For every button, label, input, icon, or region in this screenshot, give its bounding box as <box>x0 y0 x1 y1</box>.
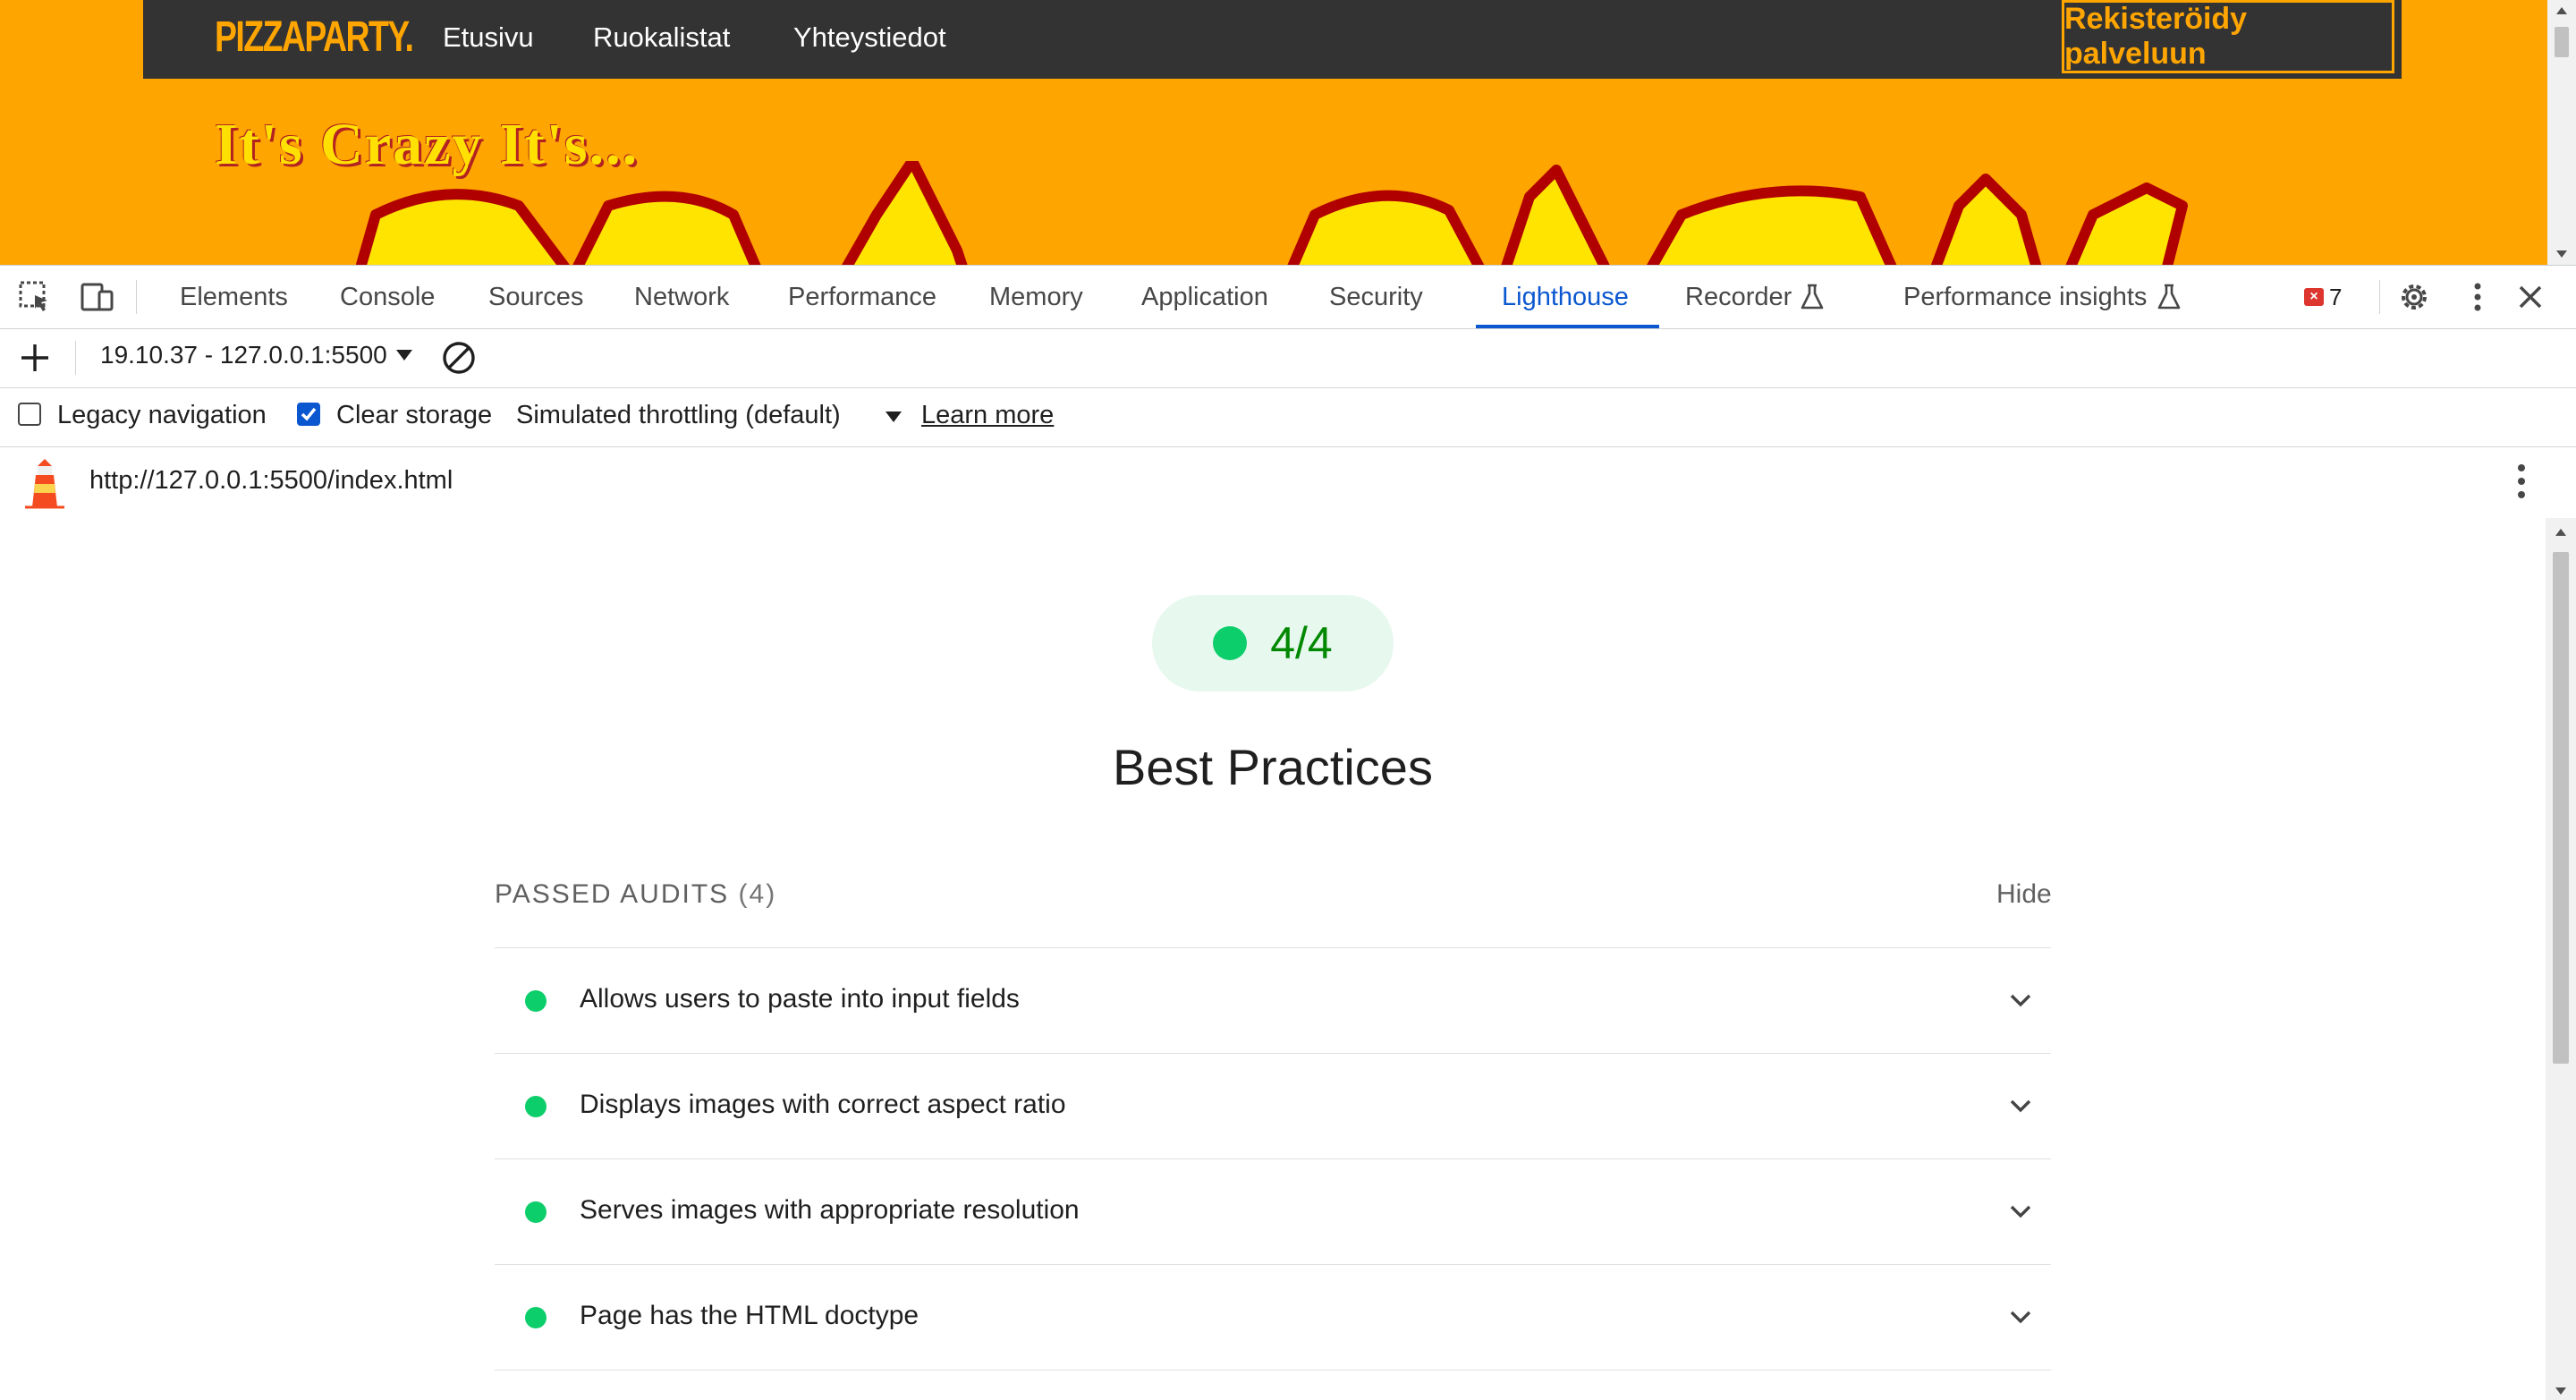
audit-title: Serves images with appropriate resolutio… <box>580 1195 1080 1225</box>
inspect-element-icon[interactable] <box>16 278 54 316</box>
scrollbar-thumb[interactable] <box>2555 27 2569 57</box>
lighthouse-logo-icon <box>25 459 64 509</box>
clear-storage-checkbox[interactable] <box>297 403 320 426</box>
pass-indicator-icon <box>525 990 547 1012</box>
nav-link-ruokalistat[interactable]: Ruokalistat <box>593 21 730 54</box>
error-icon: × <box>2304 288 2324 306</box>
audit-item[interactable]: Displays images with correct aspect rati… <box>495 1054 2051 1159</box>
legacy-navigation-label[interactable]: Legacy navigation <box>57 401 267 430</box>
score-badge: 4/4 <box>1152 595 1394 692</box>
report-selector-value: 19.10.37 - 127.0.0.1:5500 <box>100 341 387 369</box>
site-logo[interactable]: PIZZAPARTY. <box>215 13 414 62</box>
chevron-down-icon[interactable] <box>2006 1197 2035 1226</box>
flask-icon <box>1801 284 1824 310</box>
report-scrollbar[interactable] <box>2546 518 2576 1400</box>
device-toolbar-icon[interactable] <box>79 278 116 316</box>
report-url: http://127.0.0.1:5500/index.html <box>89 466 453 495</box>
tab-security[interactable]: Security <box>1329 266 1423 328</box>
pass-indicator-icon <box>525 1096 547 1117</box>
error-count-badge[interactable]: × 7 <box>2304 284 2342 310</box>
score-value: 4/4 <box>1270 618 1333 668</box>
chevron-down-icon[interactable] <box>2006 1091 2035 1120</box>
site-scrollbar[interactable] <box>2547 0 2576 265</box>
tab-recorder-label: Recorder <box>1685 282 1792 311</box>
toolbar-divider <box>2379 280 2380 314</box>
tab-network[interactable]: Network <box>634 266 729 328</box>
more-options-icon[interactable] <box>2459 278 2496 316</box>
tab-application[interactable]: Application <box>1141 266 1268 328</box>
dropdown-caret-icon <box>395 350 412 361</box>
tab-lighthouse[interactable]: Lighthouse <box>1502 266 1629 328</box>
report-selector-dropdown[interactable]: 19.10.37 - 127.0.0.1:5500 <box>100 341 412 369</box>
nav-link-etusivu[interactable]: Etusivu <box>443 21 534 54</box>
tab-memory[interactable]: Memory <box>989 266 1083 328</box>
scroll-down-arrow-icon[interactable] <box>2556 250 2567 258</box>
passed-audits-list: Allows users to paste into input fields … <box>495 947 2051 1370</box>
report-menu-icon[interactable] <box>2503 462 2540 500</box>
devtools-panel: Elements Console Sources Network Perform… <box>0 265 2576 1400</box>
flask-icon <box>2158 284 2181 310</box>
passed-audits-label: PASSED AUDITS <box>495 879 730 909</box>
clear-all-block-icon[interactable] <box>440 339 478 377</box>
scroll-up-arrow-icon[interactable] <box>2556 7 2567 14</box>
learn-more-link[interactable]: Learn more <box>921 401 1054 430</box>
chevron-down-icon[interactable] <box>2006 986 2035 1014</box>
tab-performance-insights[interactable]: Performance insights <box>1903 266 2181 328</box>
website-viewport: PIZZAPARTY. Etusivu Ruokalistat Yhteysti… <box>0 0 2576 265</box>
lighthouse-options-bar: Legacy navigation Clear storage Simulate… <box>0 387 2576 447</box>
scrollbar-thumb[interactable] <box>2553 552 2569 1064</box>
tab-sources[interactable]: Sources <box>488 266 583 328</box>
settings-gear-icon[interactable] <box>2395 278 2433 316</box>
pass-indicator-icon <box>525 1307 547 1328</box>
audit-title: Displays images with correct aspect rati… <box>580 1090 1066 1119</box>
lighthouse-toolbar: 19.10.37 - 127.0.0.1:5500 <box>0 328 2576 388</box>
audit-title: Page has the HTML doctype <box>580 1301 919 1330</box>
checkmark-icon <box>301 407 317 421</box>
close-devtools-icon[interactable] <box>2512 278 2549 316</box>
tab-performance-insights-label: Performance insights <box>1903 282 2148 311</box>
tab-elements[interactable]: Elements <box>180 266 288 328</box>
chevron-down-icon[interactable] <box>2006 1302 2035 1331</box>
toolbar-divider <box>75 341 76 375</box>
hide-audits-button[interactable]: Hide <box>1996 879 2052 910</box>
pizza-party-banner-image <box>355 161 2188 265</box>
error-count: 7 <box>2329 283 2343 310</box>
audit-item[interactable]: Serves images with appropriate resolutio… <box>495 1159 2051 1265</box>
scroll-down-arrow-icon[interactable] <box>2555 1387 2566 1395</box>
throttling-caret-icon[interactable] <box>886 412 902 422</box>
passed-audits-toggle[interactable]: PASSED AUDITS (4) <box>495 879 776 910</box>
tab-console[interactable]: Console <box>340 266 435 328</box>
category-title: Best Practices <box>1113 739 1433 795</box>
site-navbar: PIZZAPARTY. Etusivu Ruokalistat Yhteysti… <box>143 0 2402 79</box>
audit-title: Allows users to paste into input fields <box>580 984 1020 1014</box>
nav-link-yhteystiedot[interactable]: Yhteystiedot <box>793 21 946 54</box>
devtools-tabbar: Elements Console Sources Network Perform… <box>0 266 2576 329</box>
pass-indicator-icon <box>525 1201 547 1223</box>
tab-performance[interactable]: Performance <box>788 266 936 328</box>
passed-audits-count: (4) <box>738 879 777 909</box>
new-report-plus-icon[interactable] <box>16 339 54 377</box>
clear-storage-label[interactable]: Clear storage <box>336 401 492 430</box>
register-button[interactable]: Rekisteröidy palveluun <box>2062 0 2394 73</box>
tab-recorder[interactable]: Recorder <box>1685 266 1824 328</box>
audit-item[interactable]: Page has the HTML doctype <box>495 1265 2051 1370</box>
throttling-select[interactable]: Simulated throttling (default) <box>516 401 841 430</box>
pass-indicator-icon <box>1213 626 1248 660</box>
lighthouse-report: 4/4 Best Practices PASSED AUDITS (4) Hid… <box>0 518 2546 1400</box>
toolbar-divider <box>136 280 137 314</box>
report-url-bar: http://127.0.0.1:5500/index.html <box>0 446 2576 519</box>
scroll-up-arrow-icon[interactable] <box>2555 529 2566 536</box>
legacy-navigation-checkbox[interactable] <box>18 403 41 426</box>
audit-item[interactable]: Allows users to paste into input fields <box>495 948 2051 1054</box>
